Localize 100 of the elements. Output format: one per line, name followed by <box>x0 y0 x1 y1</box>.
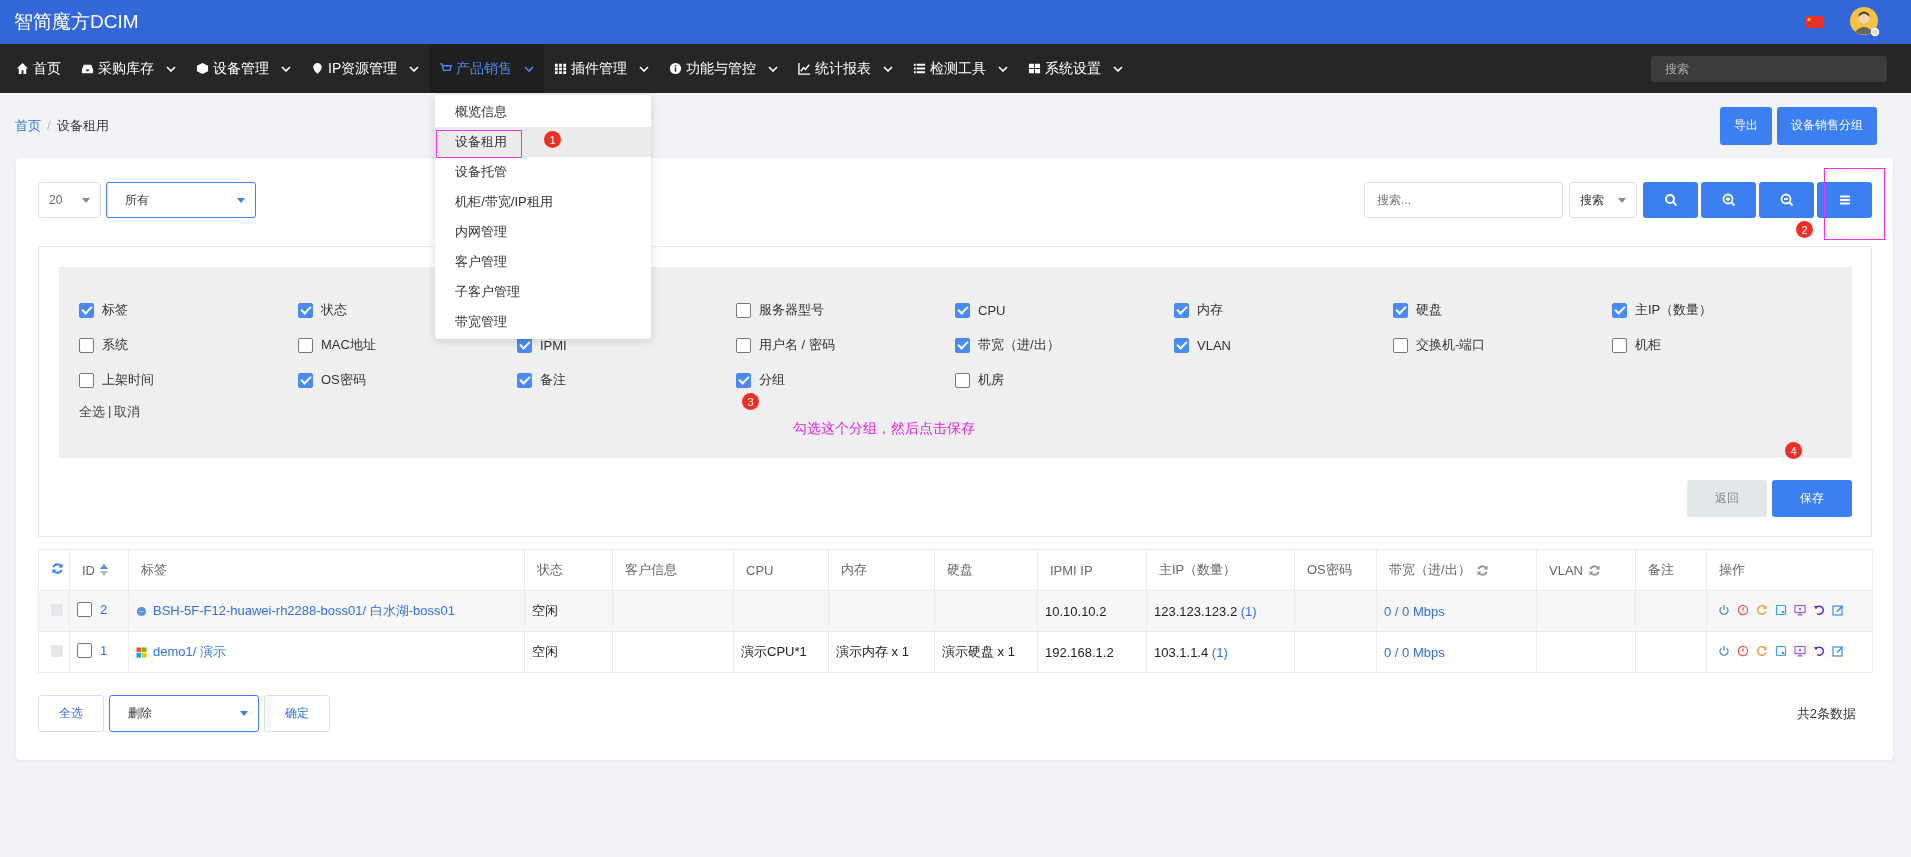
search-field[interactable]: 搜索 <box>1651 55 1887 82</box>
breadcrumb-link[interactable]: 首页 <box>15 116 41 135</box>
bulk-action-select[interactable]: 删除 <box>109 695 259 732</box>
action-button[interactable]: 导出 <box>1720 106 1772 145</box>
checkbox[interactable] <box>955 372 970 388</box>
checkbox[interactable] <box>955 302 970 318</box>
nav-item[interactable]: 采购库存 <box>71 44 186 93</box>
refresh-icon[interactable] <box>1587 563 1601 577</box>
refresh-icon[interactable] <box>1475 563 1489 577</box>
nav-item[interactable]: IP资源管理 <box>301 44 430 93</box>
nav-item[interactable]: 首页 <box>6 44 71 93</box>
cancel-link[interactable]: 取消 <box>114 403 141 421</box>
checkbox[interactable] <box>79 337 94 353</box>
checkbox-label: 分组 <box>759 371 785 389</box>
column-title: OS密码 <box>1307 561 1352 579</box>
checkbox[interactable] <box>1612 302 1627 318</box>
table-cell: 空闲 <box>532 603 558 618</box>
menu-item[interactable]: 内网管理 <box>435 217 652 247</box>
checkbox-label: VLAN <box>1197 337 1231 353</box>
flag-icon[interactable] <box>1805 16 1823 28</box>
checkbox-label: 用户名 / 密码 <box>759 336 835 354</box>
column-title: IPMI IP <box>1050 562 1093 578</box>
power-icon[interactable] <box>1718 603 1730 616</box>
checkbox[interactable] <box>517 372 532 388</box>
search-button[interactable] <box>1643 182 1698 218</box>
checkbox[interactable] <box>736 337 751 353</box>
pin-icon <box>311 62 324 75</box>
menu-item[interactable]: 客户管理 <box>435 247 652 277</box>
server-dot-icon <box>136 605 147 617</box>
refresh-icon[interactable] <box>51 562 64 575</box>
inbox-icon <box>81 62 94 75</box>
checkbox[interactable] <box>298 302 313 318</box>
checkbox[interactable] <box>1174 302 1189 318</box>
action-button[interactable]: 设备销售分组 <box>1777 106 1877 145</box>
edit-icon[interactable] <box>1832 603 1844 616</box>
nav-item[interactable]: 产品销售 <box>429 44 545 93</box>
zoom-in-button[interactable] <box>1701 182 1756 218</box>
stop-icon[interactable] <box>1737 603 1749 616</box>
table-cell: 103.1.1.4 <box>1154 644 1209 660</box>
zoom-out-button[interactable] <box>1759 182 1814 218</box>
table-cell: 演示CPU*1 <box>741 644 807 659</box>
table-cell: 演示硬盘 x 1 <box>942 644 1015 659</box>
zoom-in-icon <box>1721 193 1736 207</box>
monitor-icon[interactable] <box>1794 603 1806 616</box>
undo-icon[interactable] <box>1813 644 1825 657</box>
checkbox-label: 标签 <box>102 301 128 319</box>
edit-icon[interactable] <box>1832 644 1844 657</box>
nav-item[interactable]: 插件管理 <box>544 44 660 93</box>
page-size-select[interactable]: 20 <box>38 182 101 218</box>
checkbox[interactable] <box>1174 337 1189 353</box>
checkbox[interactable] <box>79 302 94 318</box>
checkbox[interactable] <box>736 302 751 318</box>
restart-icon[interactable] <box>1756 603 1768 616</box>
nav-item[interactable]: 设备管理 <box>186 44 301 93</box>
search-field-select[interactable]: 搜索 <box>1569 182 1637 218</box>
checkbox[interactable] <box>736 372 751 388</box>
sort-icon[interactable] <box>100 564 108 576</box>
column-title: 备注 <box>1648 561 1674 579</box>
column-title: 主IP（数量） <box>1159 561 1237 579</box>
nav-item[interactable]: 检测工具 <box>903 44 1019 93</box>
menu-item[interactable]: 概览信息 <box>435 97 652 127</box>
checkbox[interactable] <box>955 337 970 353</box>
monitor-icon[interactable] <box>1794 644 1806 657</box>
select-all-button[interactable]: 全选 <box>38 695 104 732</box>
caret-icon <box>82 197 90 203</box>
filter-select[interactable]: 所有 <box>106 182 256 218</box>
table-cell: 123.123.123.2 <box>1154 603 1238 619</box>
restart-icon[interactable] <box>1756 644 1768 657</box>
nav-item[interactable]: 系统设置 <box>1018 44 1134 93</box>
checkbox-label: 系统 <box>102 336 128 354</box>
nav-item[interactable]: 统计报表 <box>788 44 904 93</box>
total-count: 共2条数据 <box>1796 704 1856 723</box>
search-field[interactable]: 搜索... <box>1364 182 1563 218</box>
stop-icon[interactable] <box>1737 644 1749 657</box>
menu-item[interactable]: 设备托管 <box>435 157 652 187</box>
checkbox[interactable] <box>1393 302 1408 318</box>
checkbox[interactable] <box>79 372 94 388</box>
save-button[interactable]: 保存 <box>1772 480 1852 517</box>
checkbox-label: 硬盘 <box>1416 301 1442 319</box>
checkbox[interactable] <box>298 372 313 388</box>
menu-item[interactable]: 机柜/带宽/IP租用 <box>435 187 652 217</box>
annotation-note: 勾选这个分组，然后点击保存 <box>793 420 975 438</box>
checkbox-label: MAC地址 <box>321 336 376 354</box>
menu-item[interactable]: 带宽管理 <box>435 307 652 337</box>
select-all-link[interactable]: 全选 <box>79 403 105 421</box>
checkbox-label: 状态 <box>321 301 347 319</box>
nav-item[interactable]: 功能与管控 <box>659 44 789 93</box>
checkbox[interactable] <box>298 337 313 353</box>
home-icon <box>16 62 29 75</box>
breadcrumb-current: 设备租用 <box>56 116 109 135</box>
power-icon[interactable] <box>1718 644 1730 657</box>
menu-item[interactable]: 子客户管理 <box>435 277 652 307</box>
menu-button[interactable] <box>1817 182 1872 218</box>
avatar-icon[interactable] <box>1849 6 1881 38</box>
undo-icon[interactable] <box>1813 603 1825 616</box>
checkbox-label: 上架时间 <box>102 371 154 389</box>
checkbox[interactable] <box>1612 337 1627 353</box>
search-icon <box>1663 193 1678 207</box>
confirm-button[interactable]: 确定 <box>264 695 330 732</box>
checkbox[interactable] <box>1393 337 1408 353</box>
